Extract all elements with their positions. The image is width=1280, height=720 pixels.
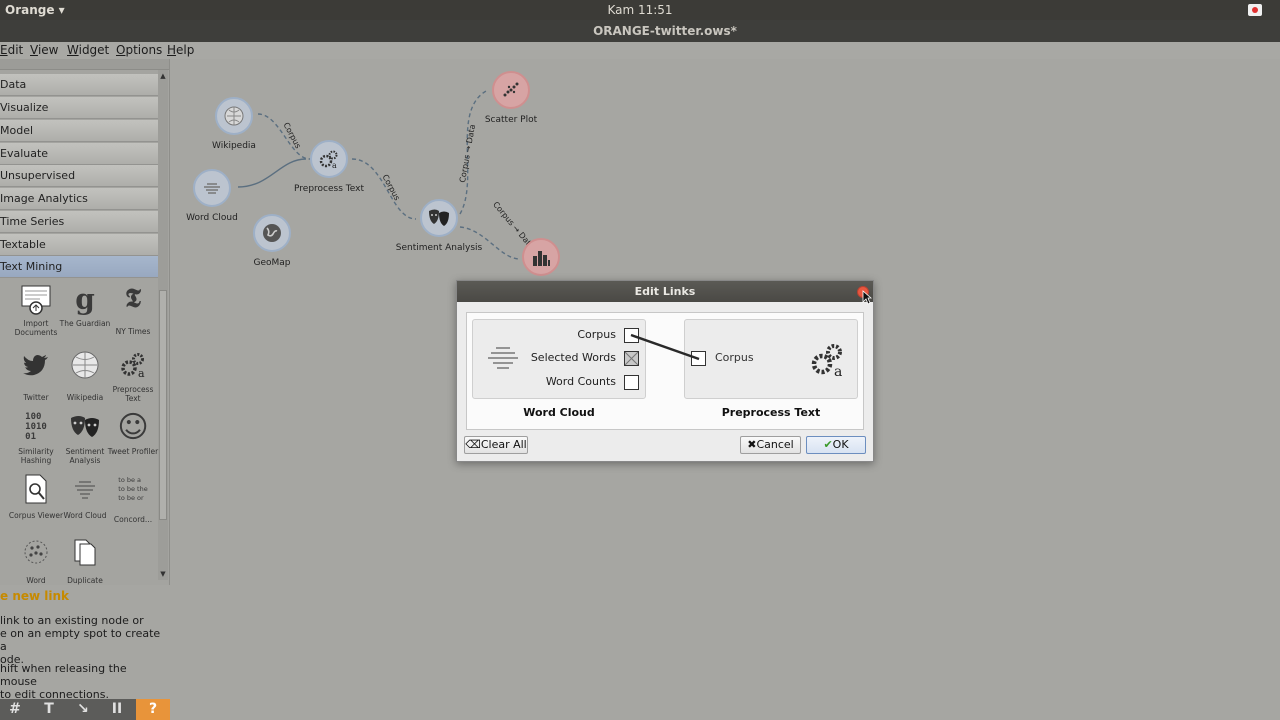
tool-similarity-hashing[interactable]: 100 1010 01 Similarity Hashing <box>11 411 61 473</box>
tool-label: Tweet Profiler <box>107 447 159 456</box>
word-enrichment-icon <box>20 536 52 568</box>
menu-help[interactable]: Help <box>167 43 194 57</box>
tool-label: NY Times <box>115 327 151 336</box>
mouse-cursor-icon <box>862 290 872 305</box>
menu-widget[interactable]: Widget <box>67 43 109 57</box>
duplicate-detection-icon <box>69 536 101 568</box>
clock[interactable]: Kam 11:51 <box>0 3 1280 17</box>
twitter-icon <box>20 349 52 381</box>
tool-preprocess-text[interactable]: a Preprocess Text <box>108 349 158 411</box>
category-image-analytics[interactable]: Image Analytics <box>0 188 158 210</box>
import-documents-icon <box>20 283 52 315</box>
node-label: Scatter Plot <box>484 115 538 125</box>
the-guardian-icon: g <box>75 282 95 316</box>
node-geomap[interactable]: GeoMap <box>227 214 317 284</box>
tool-label: Concord... <box>113 515 153 524</box>
corpus-viewer-icon <box>20 473 52 505</box>
tool-label: Duplicate <box>67 576 103 585</box>
links-editor: Corpus Selected Words Word Counts Word C… <box>466 312 864 430</box>
node-label: Wikipedia <box>212 141 256 151</box>
window-title-bar: ORANGE-twitter.ows* <box>0 20 1280 42</box>
svg-text:a: a <box>138 367 145 380</box>
tool-word-cloud[interactable]: Word Cloud <box>60 473 110 535</box>
clear-all-button[interactable]: ⌫Clear All <box>464 436 528 454</box>
category-evaluate[interactable]: Evaluate <box>0 143 158 165</box>
help-text: link to an existing node or e on an empt… <box>0 614 161 666</box>
help-icon[interactable]: ? <box>136 699 170 720</box>
sentiment-analysis-icon <box>420 199 458 237</box>
globe-icon <box>253 214 291 252</box>
node-scatter-plot[interactable]: Scatter Plot <box>466 71 556 141</box>
arrow-annotation-icon[interactable]: ↘ <box>68 699 98 720</box>
cancel-button[interactable]: ✖Cancel <box>740 436 801 454</box>
system-top-bar: Orange ▾ Kam 11:51 <box>0 0 1280 20</box>
scatter-plot-icon <box>492 71 530 109</box>
category-data[interactable]: Data <box>0 74 158 96</box>
menu-options[interactable]: Options <box>116 43 162 57</box>
node-label: GeoMap <box>253 258 291 268</box>
word-cloud-icon <box>193 169 231 207</box>
bar-chart-icon <box>522 238 560 276</box>
scroll-down-arrow-icon[interactable]: ▼ <box>159 570 167 578</box>
window-title: ORANGE-twitter.ows* <box>593 24 737 38</box>
checkmark-icon: ✔ <box>823 438 833 451</box>
grid-icon[interactable]: # <box>0 699 30 720</box>
tool-import-documents[interactable]: Import Documents <box>11 283 61 345</box>
edit-links-dialog: Edit Links Corpus Selected Words Word Co… <box>456 280 874 462</box>
node-preprocess-text[interactable]: a Preprocess Text <box>284 140 374 210</box>
pause-icon[interactable]: II <box>102 699 132 720</box>
scrollbar-thumb[interactable] <box>159 290 167 520</box>
ny-times-icon: 𝕿 <box>125 283 141 314</box>
menu-edit[interactable]: Edit <box>0 43 23 57</box>
wikipedia-icon <box>69 349 101 381</box>
category-model[interactable]: Model <box>0 120 158 142</box>
category-time-series[interactable]: Time Series <box>0 211 158 233</box>
category-visualize[interactable]: Visualize <box>0 97 158 119</box>
ok-button[interactable]: ✔OK <box>806 436 866 454</box>
dialog-title: Edit Links <box>457 281 873 302</box>
node-wikipedia[interactable]: Wikipedia <box>189 97 279 167</box>
node-label: Sentiment Analysis <box>395 243 483 253</box>
help-panel: e new link link to an existing node or e… <box>0 585 170 701</box>
node-label: Preprocess Text <box>294 184 364 194</box>
tool-corpus-viewer[interactable]: Corpus Viewer <box>9 473 63 535</box>
category-unsupervised[interactable]: Unsupervised <box>0 165 158 187</box>
word-cloud-icon <box>69 473 101 505</box>
tweet-profiler-icon: ☺ <box>117 409 149 445</box>
similarity-hashing-icon: 100 1010 01 <box>25 412 47 442</box>
tool-concordance[interactable]: to be a to be the to be or Concord... <box>108 473 158 535</box>
help-text: hift when releasing the mouse to edit co… <box>0 662 127 701</box>
tool-wikipedia[interactable]: Wikipedia <box>60 349 110 411</box>
help-title: e new link <box>0 589 70 603</box>
concordance-icon: to be a to be the to be or <box>118 475 148 502</box>
dock-scrollbar[interactable]: ▲ ▼ <box>158 70 168 580</box>
sentiment-analysis-icon <box>69 411 101 443</box>
node-sentiment-analysis[interactable]: Sentiment Analysis <box>394 199 484 269</box>
category-text-mining[interactable]: Text Mining <box>0 256 158 278</box>
tool-sentiment-analysis[interactable]: Sentiment Analysis <box>60 411 110 473</box>
category-textable[interactable]: Textable <box>0 234 158 256</box>
tool-twitter[interactable]: Twitter <box>11 349 61 411</box>
scroll-up-arrow-icon[interactable]: ▲ <box>159 72 167 80</box>
preprocess-text-icon: a <box>117 349 149 381</box>
dock-header <box>0 59 169 70</box>
tool-the-guardian[interactable]: g The Guardian <box>60 282 111 345</box>
wikipedia-icon <box>215 97 253 135</box>
menu-bar: Edit View Widget Options Help <box>0 42 1280 59</box>
record-indicator-icon[interactable] <box>1248 4 1262 16</box>
tool-tweet-profiler[interactable]: ☺ Tweet Profiler <box>108 409 158 473</box>
tool-ny-times[interactable]: 𝕿 NY Times <box>108 283 158 345</box>
channel-link-line[interactable] <box>467 313 863 429</box>
clear-icon: ⌫ <box>465 438 481 451</box>
preprocess-text-icon: a <box>310 140 348 178</box>
tool-label: Preprocess Text <box>112 385 154 403</box>
text-annotation-icon[interactable]: T <box>34 699 64 720</box>
menu-view[interactable]: View <box>30 43 58 57</box>
dock-toolbar: # T ↘ II ? <box>0 699 170 720</box>
svg-text:a: a <box>332 161 337 170</box>
